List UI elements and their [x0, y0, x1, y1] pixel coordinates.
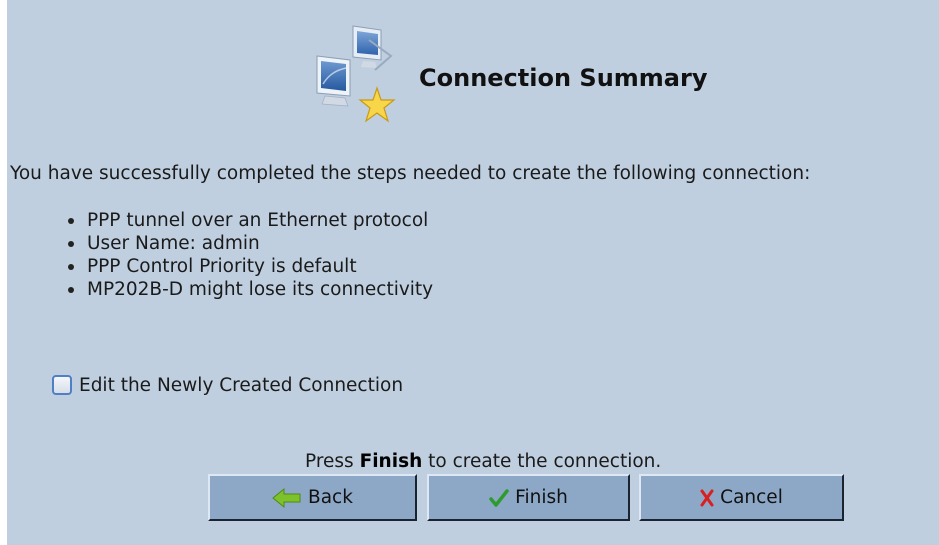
cancel-button[interactable]: Cancel — [639, 474, 844, 521]
cross-icon — [700, 488, 714, 508]
finish-button[interactable]: Finish — [427, 474, 630, 521]
cancel-button-label: Cancel — [720, 487, 783, 508]
back-button[interactable]: Back — [208, 474, 417, 521]
list-item: MP202B-D might lose its connectivity — [65, 278, 433, 301]
edit-connection-option[interactable]: Edit the Newly Created Connection — [52, 371, 403, 399]
finish-instruction-suffix: to create the connection. — [422, 451, 662, 472]
summary-header: Connection Summary — [303, 22, 783, 132]
list-item: User Name: admin — [65, 232, 433, 255]
network-connection-wizard-icon — [303, 22, 415, 128]
check-icon — [489, 488, 509, 508]
connection-details-list: PPP tunnel over an Ethernet protocol Use… — [65, 209, 433, 301]
connection-summary-panel: Connection Summary You have successfully… — [7, 0, 939, 545]
edit-connection-label: Edit the Newly Created Connection — [79, 374, 404, 396]
finish-instruction: Press Finish to create the connection. — [305, 451, 661, 472]
back-arrow-icon — [272, 487, 302, 509]
finish-button-label: Finish — [515, 487, 568, 508]
back-button-label: Back — [308, 487, 353, 508]
list-item: PPP tunnel over an Ethernet protocol — [65, 209, 433, 232]
edit-connection-checkbox[interactable] — [52, 375, 72, 395]
list-item: PPP Control Priority is default — [65, 255, 433, 278]
page-title: Connection Summary — [419, 64, 708, 92]
finish-instruction-prefix: Press — [305, 451, 360, 472]
finish-instruction-emphasis: Finish — [359, 451, 423, 472]
summary-intro: You have successfully completed the step… — [10, 163, 811, 184]
